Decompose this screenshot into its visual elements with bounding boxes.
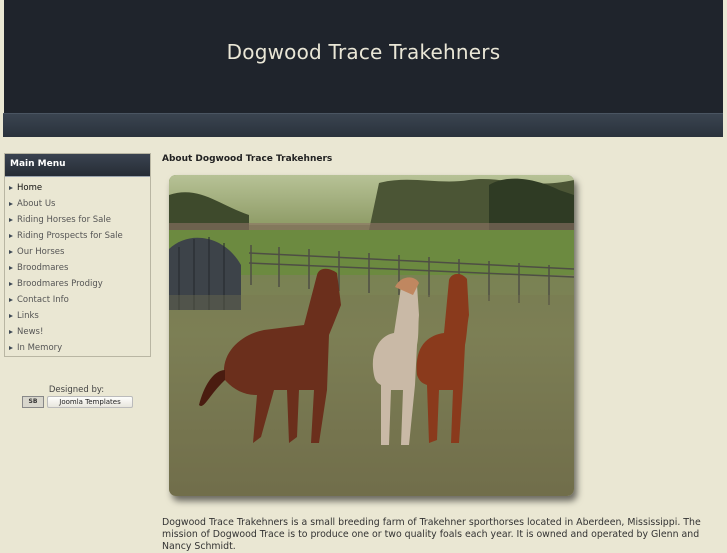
menu-item-label: News! [17, 327, 44, 337]
horses-photo [169, 175, 574, 496]
main-menu-list: Home About Us Riding Horses for Sale Rid… [5, 177, 150, 356]
site-header: Dogwood Trace Trakehners [4, 0, 723, 113]
designed-by-label: Designed by: [48, 385, 105, 395]
menu-item-label: Riding Horses for Sale [17, 215, 111, 225]
arrow-bullet-icon [9, 345, 13, 350]
site-title[interactable]: Dogwood Trace Trakehners [4, 40, 723, 64]
menu-item-broodmares-prodigy[interactable]: Broodmares Prodigy [5, 276, 150, 292]
arrow-bullet-icon [9, 233, 13, 238]
arrow-bullet-icon [9, 281, 13, 286]
arrow-bullet-icon [9, 185, 13, 190]
menu-item-riding-horses[interactable]: Riding Horses for Sale [5, 212, 150, 228]
menu-item-home[interactable]: Home [5, 180, 150, 196]
menu-item-broodmares[interactable]: Broodmares [5, 260, 150, 276]
arrow-bullet-icon [9, 249, 13, 254]
about-paragraph: Dogwood Trace Trakehners is a small bree… [162, 517, 701, 552]
main-menu-title: Main Menu [5, 154, 150, 177]
menu-item-label: Broodmares Prodigy [17, 279, 103, 289]
menu-item-our-horses[interactable]: Our Horses [5, 244, 150, 260]
menu-item-label: In Memory [17, 343, 63, 353]
menu-item-news[interactable]: News! [5, 324, 150, 340]
joomla-templates-link[interactable]: Joomla Templates [47, 396, 133, 408]
menu-item-label: Links [17, 311, 39, 321]
menu-item-label: Broodmares [17, 263, 69, 273]
menu-item-in-memory[interactable]: In Memory [5, 340, 150, 356]
arrow-bullet-icon [9, 201, 13, 206]
menu-item-label: Home [17, 183, 43, 193]
menu-item-label: Contact Info [17, 295, 69, 305]
designer-credit: SB Joomla Templates [22, 396, 133, 408]
menu-item-riding-prospects[interactable]: Riding Prospects for Sale [5, 228, 150, 244]
arrow-bullet-icon [9, 297, 13, 302]
horses-photo-illustration [169, 175, 574, 496]
top-navbar [3, 113, 723, 137]
arrow-bullet-icon [9, 329, 13, 334]
menu-item-links[interactable]: Links [5, 308, 150, 324]
arrow-bullet-icon [9, 265, 13, 270]
menu-item-contact-info[interactable]: Contact Info [5, 292, 150, 308]
main-menu: Main Menu Home About Us Riding Horses fo… [4, 153, 151, 357]
menu-item-about-us[interactable]: About Us [5, 196, 150, 212]
menu-item-label: Riding Prospects for Sale [17, 231, 123, 241]
menu-item-label: About Us [17, 199, 56, 209]
page-heading: About Dogwood Trace Trakehners [162, 154, 333, 164]
designer-logo: SB [22, 396, 44, 408]
arrow-bullet-icon [9, 217, 13, 222]
menu-item-label: Our Horses [17, 247, 65, 257]
arrow-bullet-icon [9, 313, 13, 318]
